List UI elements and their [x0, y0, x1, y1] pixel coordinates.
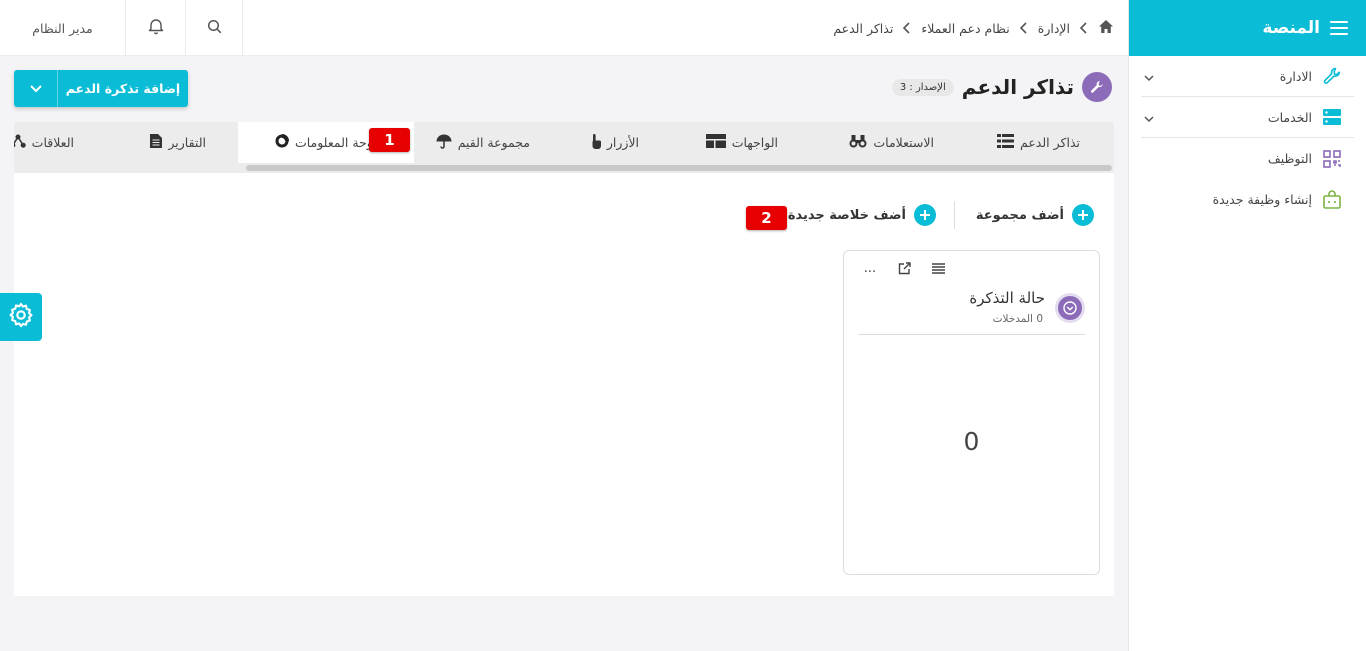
annotation-badge-2: 2	[746, 206, 787, 230]
network-icon	[14, 134, 26, 151]
tab-label: الواجهات	[731, 135, 778, 150]
tab-queries[interactable]: الاستعلامات	[849, 122, 934, 163]
sidebar-title: المنصة	[1262, 18, 1320, 38]
shopping-bag-icon	[1322, 189, 1342, 210]
page-header: تذاكر الدعم الإصدار : 3	[891, 72, 1112, 102]
tab-label: مجموعة القيم	[457, 135, 530, 150]
add-summary-button[interactable]: أضف خلاصة جديدة	[788, 204, 936, 226]
wrench-icon	[1082, 72, 1112, 102]
sidebar-item-new-job[interactable]: إنشاء وظيفة جديدة	[1141, 179, 1354, 220]
gear-icon	[7, 301, 35, 333]
external-link-icon[interactable]	[894, 260, 914, 276]
widget-title: حالة التذكرة	[969, 289, 1045, 307]
list-icon	[997, 134, 1015, 151]
tab-buttons[interactable]: الأزرار	[591, 122, 639, 163]
pointer-hand-icon	[591, 133, 601, 152]
tab-scrollbar[interactable]	[246, 165, 1112, 171]
breadcrumb-item[interactable]: نظام دعم العملاء	[921, 21, 1009, 36]
tab-label: العلاقات	[31, 135, 74, 150]
widget-entries-count: 0 المدخلات	[992, 313, 1043, 325]
plus-circle-icon	[914, 204, 936, 226]
tab-label: تذاكر الدعم	[1020, 135, 1080, 150]
donut-chart-icon	[275, 134, 289, 151]
search-button[interactable]	[186, 0, 243, 56]
chevron-left-icon	[902, 22, 912, 34]
ticket-status-widget: ... حالة التذكرة 0 المدخلات 0	[843, 250, 1100, 575]
tab-interfaces[interactable]: الواجهات	[705, 122, 778, 163]
widget-value: 0	[963, 427, 980, 456]
chevron-circle-down-icon[interactable]	[1055, 293, 1085, 323]
topbar: مدير النظام الإدارة نظام دعم العملاء تذا…	[0, 0, 1128, 56]
document-icon	[150, 134, 163, 151]
tab-reports[interactable]: التقارير	[150, 122, 206, 163]
chevron-left-icon	[1019, 22, 1029, 34]
bell-icon	[147, 17, 165, 39]
breadcrumb-item[interactable]: الإدارة	[1038, 21, 1070, 36]
sidebar-item-label: التوظيف	[1267, 151, 1312, 166]
settings-button[interactable]	[0, 293, 42, 341]
plus-circle-icon	[1072, 204, 1094, 226]
add-ticket-button[interactable]: إضافة تذكرة الدعم	[14, 70, 188, 107]
tab-label: التقارير	[168, 135, 206, 150]
menu-icon[interactable]	[1330, 21, 1348, 35]
home-icon[interactable]	[1098, 19, 1114, 37]
sidebar-item-administration[interactable]: الادارة	[1141, 56, 1354, 97]
tab-label: الأزرار	[606, 135, 639, 150]
layout-icon	[705, 134, 726, 151]
chevron-left-icon	[1079, 22, 1089, 34]
chevron-down-icon	[29, 79, 43, 98]
widget-header: حالة التذكرة 0 المدخلات	[858, 289, 1085, 335]
wrench-icon	[1322, 66, 1342, 86]
tab-label: لوحة المعلومات	[294, 135, 378, 150]
tab-label: الاستعلامات	[873, 135, 934, 150]
add-ticket-label: إضافة تذكرة الدعم	[65, 81, 181, 96]
add-summary-label: أضف خلاصة جديدة	[787, 207, 906, 223]
umbrella-icon	[436, 134, 452, 152]
add-group-label: أضف مجموعة	[975, 207, 1064, 223]
sidebar: المنصة الادارة الخدمات التوظيف إنشاء وظي…	[1128, 0, 1366, 651]
chevron-down-icon[interactable]	[1143, 110, 1155, 129]
tab-bar: تذاكر الدعم الاستعلامات الواجهات الأزرار…	[14, 122, 1114, 173]
add-group-button[interactable]: أضف مجموعة	[976, 204, 1094, 226]
sidebar-item-label: إنشاء وظيفة جديدة	[1212, 192, 1312, 207]
page-title: تذاكر الدعم	[961, 75, 1074, 99]
list-lines-icon[interactable]	[928, 260, 948, 276]
more-options-button[interactable]: ...	[860, 260, 880, 276]
chevron-down-icon[interactable]	[1143, 69, 1155, 88]
sidebar-item-label: الادارة	[1279, 68, 1312, 84]
breadcrumb-current: تذاكر الدعم	[833, 20, 894, 36]
dashboard-panel: أضف مجموعة أضف خلاصة جديدة 2 ... حالة ال…	[14, 173, 1114, 596]
divider	[954, 201, 955, 229]
tab-support-tickets[interactable]: تذاكر الدعم	[997, 122, 1080, 163]
notifications-button[interactable]	[126, 0, 186, 56]
search-icon	[207, 19, 222, 38]
sidebar-item-recruitment[interactable]: التوظيف	[1141, 138, 1354, 179]
tab-relations[interactable]: العلاقات	[14, 122, 74, 163]
qr-grid-icon	[1322, 149, 1342, 169]
dropdown-toggle[interactable]	[14, 70, 58, 107]
binoculars-icon	[849, 134, 867, 151]
annotation-badge-1: 1	[369, 128, 410, 152]
sidebar-item-services[interactable]: الخدمات	[1141, 97, 1354, 138]
sidebar-item-label: الخدمات	[1267, 109, 1312, 125]
breadcrumb: الإدارة نظام دعم العملاء تذاكر الدعم	[833, 0, 1114, 56]
version-badge: الإصدار : 3	[891, 78, 954, 96]
user-menu[interactable]: مدير النظام	[0, 0, 126, 56]
tab-value-group[interactable]: مجموعة القيم	[436, 122, 530, 163]
sidebar-header: المنصة	[1129, 0, 1366, 56]
server-icon	[1322, 107, 1342, 127]
widget-toolbar: ...	[860, 260, 948, 276]
